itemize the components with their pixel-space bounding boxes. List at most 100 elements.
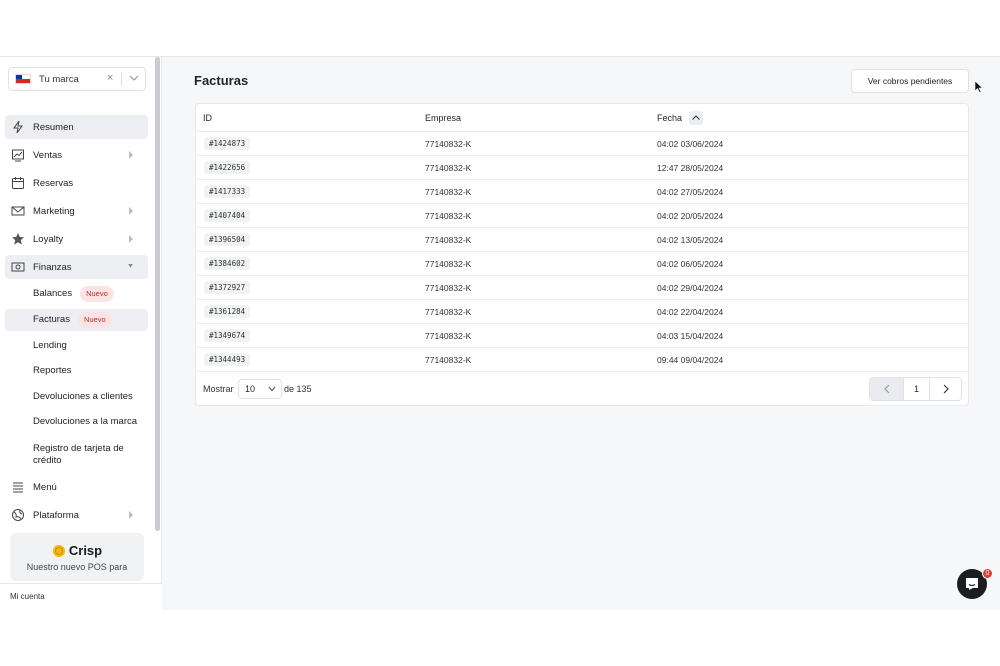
page-size-select[interactable]: 10 [238, 379, 282, 399]
nav-loyalty[interactable]: Loyalty [5, 227, 148, 251]
sidebar-scrollbar[interactable] [155, 57, 160, 531]
nav-finanzas[interactable]: Finanzas [5, 255, 148, 279]
pagination: 1 [869, 377, 962, 401]
page-number[interactable]: 1 [904, 378, 930, 400]
nav-marketing[interactable]: Marketing [5, 199, 148, 223]
nav-menu[interactable]: Menú [5, 475, 148, 499]
table-row[interactable]: #1424873 77140832-K 04:02 03/06/2024 [196, 132, 968, 156]
new-badge: Nuevo [80, 286, 114, 302]
invoice-empresa: 77140832-K [425, 259, 472, 269]
mail-icon [11, 206, 25, 216]
invoice-fecha: 04:02 03/06/2024 [657, 139, 724, 149]
table-row[interactable]: #1361284 77140832-K 04:02 22/04/2024 [196, 300, 968, 324]
crisp-promo-card[interactable]: Crisp Nuestro nuevo POS para [10, 533, 144, 581]
invoice-empresa: 77140832-K [425, 355, 472, 365]
header-id[interactable]: ID [203, 113, 212, 123]
invoice-id[interactable]: #1349674 [204, 329, 251, 342]
invoice-empresa: 77140832-K [425, 283, 472, 293]
invoices-table: ID Empresa Fecha #1424873 77140832-K 04:02… [195, 103, 969, 406]
table-footer: Mostrar 10 de 135 1 [196, 372, 968, 406]
nav-plataforma[interactable]: Plataforma [5, 503, 148, 527]
sort-button[interactable] [689, 111, 703, 125]
nav-ventas[interactable]: Ventas [5, 143, 148, 167]
brand-selector[interactable]: Tu marca × [8, 67, 146, 91]
chevron-down-icon[interactable] [128, 71, 140, 85]
invoice-fecha: 12:47 28/05/2024 [657, 163, 724, 173]
chevron-right-icon [129, 207, 133, 215]
clear-icon[interactable]: × [107, 72, 113, 84]
globe-icon [12, 509, 24, 521]
invoice-id[interactable]: #1384602 [204, 257, 251, 270]
show-label: Mostrar [203, 384, 234, 394]
invoice-empresa: 77140832-K [425, 307, 472, 317]
table-row[interactable]: #1384602 77140832-K 04:02 06/05/2024 [196, 252, 968, 276]
lightning-icon [13, 120, 23, 134]
sub-item-balances[interactable]: Balances Nuevo [5, 283, 148, 305]
prev-page-button[interactable] [870, 378, 904, 400]
table-row[interactable]: #1407404 77140832-K 04:02 20/05/2024 [196, 204, 968, 228]
chat-unread-badge: 0 [982, 568, 993, 579]
chevron-up-icon [692, 115, 700, 120]
chevron-down-icon [128, 264, 133, 268]
next-page-button[interactable] [930, 378, 961, 400]
total-count: de 135 [284, 384, 312, 394]
promo-title: Crisp [68, 543, 103, 558]
invoice-id[interactable]: #1417333 [204, 185, 251, 198]
sub-item-devoluciones-marca[interactable]: Devoluciones a la marca [5, 411, 148, 433]
chevron-right-icon [129, 511, 133, 519]
table-row[interactable]: #1372927 77140832-K 04:02 29/04/2024 [196, 276, 968, 300]
invoice-id[interactable]: #1424873 [204, 137, 251, 150]
table-row[interactable]: #1422656 77140832-K 12:47 28/05/2024 [196, 156, 968, 180]
invoice-fecha: 04:03 15/04/2024 [657, 331, 724, 341]
pending-charges-button[interactable]: Ver cobros pendientes [851, 69, 969, 93]
table-row[interactable]: #1344493 77140832-K 09:44 09/04/2024 [196, 348, 968, 372]
invoice-fecha: 04:02 22/04/2024 [657, 307, 724, 317]
table-header: ID Empresa Fecha [196, 104, 968, 132]
sub-item-reportes[interactable]: Reportes [5, 360, 148, 382]
table-row[interactable]: #1417333 77140832-K 04:02 27/05/2024 [196, 180, 968, 204]
app-frame: Tu marca × Resumen Ventas Reservas Marke… [0, 56, 1000, 611]
chevron-left-icon [883, 384, 889, 394]
invoice-empresa: 77140832-K [425, 139, 472, 149]
invoice-id[interactable]: #1372927 [204, 281, 251, 294]
account-link[interactable]: Mi cuenta [0, 583, 162, 611]
mouse-cursor-icon [975, 81, 983, 93]
nav-reservas[interactable]: Reservas [5, 171, 148, 195]
invoice-id[interactable]: #1361284 [204, 305, 251, 318]
invoice-empresa: 77140832-K [425, 235, 472, 245]
table-row[interactable]: #1396504 77140832-K 04:02 13/05/2024 [196, 228, 968, 252]
chevron-down-icon [268, 386, 276, 392]
invoice-id[interactable]: #1422656 [204, 161, 251, 174]
invoice-id[interactable]: #1407404 [204, 209, 251, 222]
sub-item-facturas[interactable]: Facturas Nuevo [5, 309, 148, 331]
invoice-empresa: 77140832-K [425, 211, 472, 221]
chart-icon [12, 149, 24, 162]
sub-item-lending[interactable]: Lending [5, 335, 148, 357]
star-icon [12, 233, 24, 245]
chat-icon [966, 578, 978, 590]
brand-name: Tu marca [39, 73, 79, 85]
invoice-empresa: 77140832-K [425, 187, 472, 197]
sub-item-devoluciones-clientes[interactable]: Devoluciones a clientes [5, 386, 148, 408]
header-empresa[interactable]: Empresa [425, 113, 461, 123]
crisp-logo-icon [52, 544, 65, 557]
chile-flag-icon [15, 74, 31, 84]
new-badge: Nuevo [77, 312, 112, 328]
page-title: Facturas [194, 73, 249, 88]
chevron-right-icon [943, 384, 949, 394]
header-fecha[interactable]: Fecha [657, 113, 682, 123]
invoice-id[interactable]: #1396504 [204, 233, 251, 246]
calendar-icon [12, 177, 24, 189]
invoice-id[interactable]: #1344493 [204, 353, 251, 366]
sub-item-registro-tarjeta[interactable]: Registro de tarjeta de crédito [5, 440, 135, 470]
nav-resumen[interactable]: Resumen [5, 115, 148, 139]
sidebar: Tu marca × Resumen Ventas Reservas Marke… [0, 57, 162, 611]
invoice-fecha: 04:02 13/05/2024 [657, 235, 724, 245]
table-row[interactable]: #1349674 77140832-K 04:03 15/04/2024 [196, 324, 968, 348]
invoice-fecha: 04:02 20/05/2024 [657, 211, 724, 221]
chevron-right-icon [129, 235, 133, 243]
chevron-right-icon [129, 151, 133, 159]
invoice-fecha: 04:02 06/05/2024 [657, 259, 724, 269]
list-icon [13, 482, 23, 493]
money-icon [11, 262, 25, 272]
